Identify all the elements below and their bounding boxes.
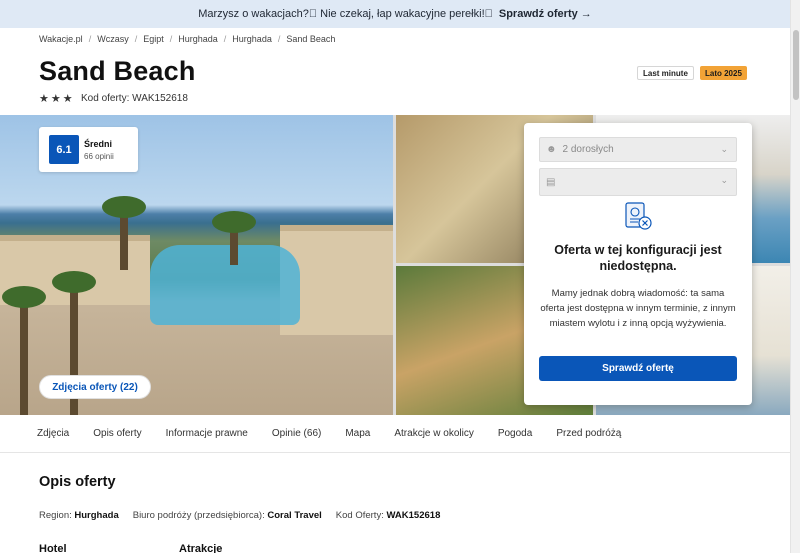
- breadcrumb-item[interactable]: Egipt: [143, 34, 164, 44]
- guests-value: 2 dorosłych: [562, 144, 614, 155]
- palm-shape: [102, 196, 146, 270]
- pool-shape: [150, 245, 300, 325]
- region-value: Hurghada: [74, 510, 119, 521]
- chevron-down-icon: ⌄: [720, 175, 728, 185]
- attractions-subheading: Atrakcje: [179, 543, 223, 553]
- agency-label: Biuro podróży (przedsiębiorca):: [132, 510, 265, 521]
- code-value: WAK152618: [386, 510, 441, 521]
- breadcrumb-item[interactable]: Hurghada: [178, 34, 218, 44]
- rating-text: Średni 66 opinii: [84, 139, 114, 161]
- breadcrumb-separator: /: [88, 34, 92, 44]
- breadcrumb-current: Sand Beach: [286, 34, 336, 44]
- date-select[interactable]: ▤ ⌄: [539, 168, 737, 196]
- breadcrumb-item[interactable]: Hurghada: [232, 34, 272, 44]
- code-label: Kod Oferty:: [335, 510, 384, 521]
- rating-count: 66 opinii: [84, 151, 114, 161]
- breadcrumb-separator: /: [277, 34, 281, 44]
- tab-map[interactable]: Mapa: [333, 428, 382, 439]
- calendar-icon: ▤: [546, 176, 556, 188]
- code-info: Kod Oferty: WAK152618: [336, 510, 441, 521]
- tab-legal[interactable]: Informacje prawne: [154, 428, 260, 439]
- chevron-down-icon: ⌄: [720, 144, 728, 154]
- agency-info: Biuro podróży (przedsiębiorca): Coral Tr…: [133, 510, 322, 521]
- rating-label: Średni: [84, 138, 113, 149]
- palm-shape: [2, 286, 46, 415]
- offer-code: Kod oferty: WAK152618: [81, 93, 188, 104]
- check-offer-button[interactable]: Sprawdź ofertę: [539, 356, 737, 381]
- star-icon: ★: [50, 93, 61, 105]
- unavailable-title: Oferta w tej konfiguracji jest niedostęp…: [554, 243, 722, 273]
- rating-badge[interactable]: 6.1 Średni 66 opinii: [39, 127, 138, 172]
- star-icon: ★: [62, 93, 73, 105]
- season-tag: Lato 2025: [700, 66, 747, 80]
- promo-text: Marzysz o wakacjach?  Nie czekaj, łap wa…: [198, 8, 493, 20]
- promo-link[interactable]: Sprawdź oferty →: [499, 8, 592, 20]
- section-tabs: Zdjęcia Opis oferty Informacje prawne Op…: [0, 415, 790, 453]
- description-title: Opis oferty: [39, 474, 116, 490]
- palm-shape: [212, 211, 256, 265]
- unavailable-body: Mamy jednak dobrą wiadomość: ta sama ofe…: [540, 288, 736, 329]
- region-label: Region:: [39, 510, 72, 521]
- breadcrumb-separator: /: [134, 34, 138, 44]
- hotel-subheading: Hotel: [39, 543, 67, 553]
- promo-banner: Marzysz o wakacjach?  Nie czekaj, łap wa…: [0, 0, 790, 28]
- tab-before-trip[interactable]: Przed podróżą: [544, 428, 633, 439]
- tab-photos[interactable]: Zdjęcia: [25, 428, 81, 439]
- tab-weather[interactable]: Pogoda: [486, 428, 544, 439]
- breadcrumb-separator: /: [223, 34, 227, 44]
- rating-score: 6.1: [49, 135, 79, 164]
- tab-description[interactable]: Opis oferty: [81, 428, 153, 439]
- breadcrumb-separator: /: [169, 34, 173, 44]
- hotel-stars: ★ ★ ★: [39, 92, 73, 105]
- tab-reviews[interactable]: Opinie (66): [260, 428, 333, 439]
- breadcrumb: Wakacje.pl / Wczasy / Egipt / Hurghada / Hur…: [39, 34, 335, 44]
- scrollbar-thumb[interactable]: [793, 30, 799, 100]
- tab-attractions[interactable]: Atrakcje w okolicy: [382, 428, 485, 439]
- guests-select[interactable]: ☻ 2 dorosłych ⌄: [539, 137, 737, 162]
- page-title: Sand Beach: [39, 56, 196, 86]
- booking-panel: ☻ 2 dorosłych ⌄ ▤ ⌄ Oferta w tej konfigu…: [524, 123, 752, 405]
- unavailable-offer-icon: [625, 202, 652, 230]
- photos-button[interactable]: Zdjęcia oferty (22): [39, 375, 151, 399]
- breadcrumb-item[interactable]: Wczasy: [97, 34, 129, 44]
- breadcrumb-item[interactable]: Wakacje.pl: [39, 34, 83, 44]
- agency-value: Coral Travel: [267, 510, 322, 521]
- person-icon: ☻: [546, 144, 557, 155]
- last-minute-tag: Last minute: [637, 66, 694, 80]
- offer-meta: Region: Hurghada Biuro podróży (przedsię…: [39, 510, 440, 521]
- star-icon: ★: [39, 93, 49, 105]
- page-scrollbar[interactable]: [790, 0, 800, 553]
- region-info: Region: Hurghada: [39, 510, 119, 521]
